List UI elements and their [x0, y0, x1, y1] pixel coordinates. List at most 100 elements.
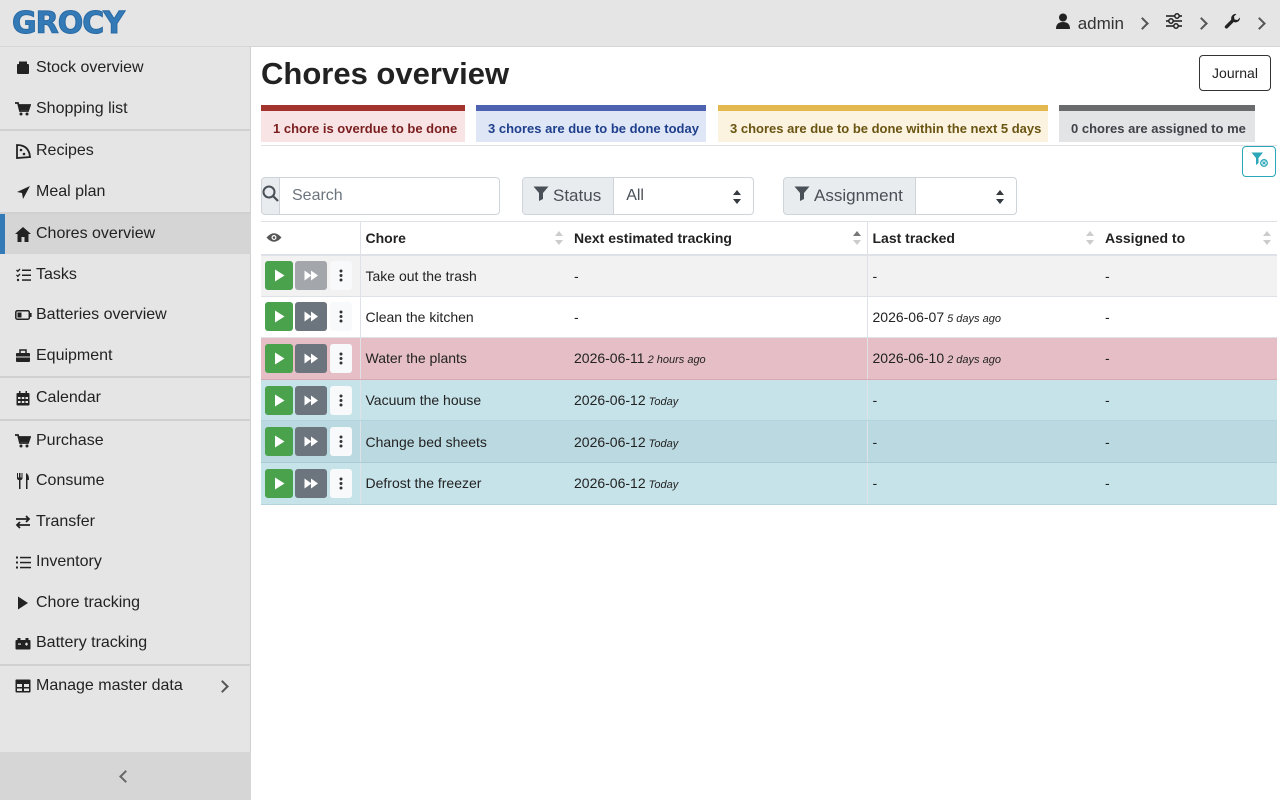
sidebar-item-inventory[interactable]: Inventory [0, 542, 251, 582]
sidebar-item-calendar[interactable]: Calendar [0, 378, 251, 418]
track-chore-button[interactable] [265, 385, 293, 415]
track-chore-button[interactable] [265, 261, 293, 291]
next-tracking-cell: 2026-06-11 2 hours ago [569, 337, 867, 380]
sidebar: Stock overview Shopping list Recipes Mea… [0, 47, 251, 800]
skip-chore-button[interactable] [295, 302, 327, 332]
status-due-today-filter[interactable]: 3 chores are due to be done today [476, 105, 706, 142]
assigned-to-cell: - [1100, 462, 1277, 505]
play-icon [274, 394, 284, 407]
chore-name-cell[interactable]: Vacuum the house [359, 379, 569, 422]
sidebar-item-shopping-list[interactable]: Shopping list [0, 89, 251, 129]
status-assigned-filter[interactable]: 0 chores are assigned to me [1059, 105, 1255, 142]
column-header-label: Assigned to [1105, 229, 1186, 246]
skip-chore-button[interactable] [295, 468, 327, 498]
chevron-right-icon [1195, 17, 1208, 30]
chore-name-cell[interactable]: Clean the kitchen [359, 296, 569, 339]
track-chore-button[interactable] [265, 302, 293, 332]
skip-chore-button[interactable] [295, 343, 327, 373]
more-options-button[interactable] [330, 468, 352, 498]
chore-name-cell[interactable]: Change bed sheets [359, 420, 569, 463]
fast-forward-icon [304, 353, 318, 364]
sidebar-item-stock-overview[interactable]: Stock overview [0, 48, 251, 88]
more-options-button[interactable] [330, 343, 352, 373]
status-overdue-filter[interactable]: 1 chore is overdue to be done [261, 105, 465, 142]
last-tracked-cell: 2026-06-10 2 days ago [866, 337, 1100, 380]
chore-name-cell[interactable]: Water the plants [359, 337, 569, 380]
relative-time: Today [648, 396, 679, 409]
column-header-next-tracking[interactable]: Next estimated tracking [569, 221, 867, 256]
sidebar-collapse-button[interactable] [0, 752, 251, 800]
column-header-chore[interactable]: Chore [359, 221, 569, 256]
settings-menu[interactable] [1165, 13, 1210, 34]
skip-chore-button[interactable] [295, 385, 327, 415]
column-visibility-header[interactable] [261, 221, 360, 256]
sidebar-item-chores-overview[interactable]: Chores overview [0, 214, 251, 254]
sidebar-item-battery-tracking[interactable]: Battery tracking [0, 623, 251, 663]
assignment-filter-label: Assignment [783, 177, 916, 215]
clear-filter-button[interactable] [1242, 146, 1276, 177]
sort-icon [555, 231, 563, 245]
sidebar-item-recipes[interactable]: Recipes [0, 131, 251, 171]
chore-name-cell[interactable]: Take out the trash [359, 254, 569, 297]
sidebar-item-label: Shopping list [36, 100, 128, 117]
tools-menu[interactable] [1224, 13, 1268, 35]
next-tracking-date: 2026-06-12 [574, 475, 646, 492]
relative-time: 2 hours ago [647, 354, 706, 367]
sort-ascending-icon [852, 231, 861, 245]
row-actions [261, 337, 360, 380]
paper-plane-icon [14, 183, 32, 201]
more-options-button[interactable] [330, 261, 352, 291]
sidebar-item-label: Purchase [36, 432, 104, 449]
grocy-logo[interactable]: GROCY [12, 6, 126, 42]
sidebar-item-label: Batteries overview [36, 306, 167, 323]
status-filter-select[interactable]: All [614, 177, 755, 215]
column-header-assigned-to[interactable]: Assigned to [1100, 221, 1277, 256]
play-icon [274, 352, 284, 365]
track-chore-button[interactable] [265, 427, 293, 457]
table-header-row: Chore Next estimated tracking Last track… [261, 221, 1277, 256]
sidebar-item-transfer[interactable]: Transfer [0, 502, 251, 542]
user-menu[interactable]: admin [1055, 13, 1151, 34]
sidebar-item-chore-tracking[interactable]: Chore tracking [0, 583, 251, 623]
next-tracking-date: 2026-06-11 [574, 350, 645, 367]
row-actions [261, 254, 360, 297]
skip-chore-button[interactable] [295, 261, 327, 291]
column-header-last-tracked[interactable]: Last tracked [866, 221, 1100, 256]
status-label-text: Status [553, 186, 602, 205]
sidebar-item-label: Equipment [36, 347, 113, 364]
relative-time: 5 days ago [947, 312, 1001, 325]
page-title: Chores overview [261, 56, 510, 91]
play-icon [274, 310, 284, 323]
assignment-filter-select[interactable] [915, 177, 1017, 215]
more-options-button[interactable] [330, 385, 352, 415]
search-input[interactable] [280, 177, 500, 215]
status-due-soon-filter[interactable]: 3 chores are due to be done within the n… [718, 105, 1048, 142]
skip-chore-button[interactable] [295, 427, 327, 457]
sidebar-item-meal-plan[interactable]: Meal plan [0, 172, 251, 212]
sidebar-item-batteries-overview[interactable]: Batteries overview [0, 295, 251, 335]
more-options-button[interactable] [330, 302, 352, 332]
sort-icon [1263, 231, 1271, 245]
sort-icon [1086, 231, 1094, 245]
sidebar-item-consume[interactable]: Consume [0, 461, 251, 501]
track-chore-button[interactable] [265, 343, 293, 373]
column-header-label: Next estimated tracking [574, 229, 732, 246]
last-tracked-cell: - [866, 420, 1100, 463]
user-name: admin [1077, 13, 1124, 33]
journal-button[interactable]: Journal [1199, 55, 1271, 91]
chore-name: Water the plants [365, 350, 467, 367]
sidebar-item-purchase[interactable]: Purchase [0, 421, 251, 461]
more-options-button[interactable] [330, 427, 352, 457]
row-actions [261, 462, 360, 505]
box-icon [14, 59, 32, 77]
chore-name-cell[interactable]: Defrost the freezer [359, 462, 569, 505]
sidebar-item-manage-master-data[interactable]: Manage master data [0, 666, 251, 706]
top-right-menu: admin [1055, 0, 1268, 47]
search-icon [262, 185, 279, 207]
eye-icon[interactable] [266, 230, 282, 246]
track-chore-button[interactable] [265, 468, 293, 498]
chores-table: Chore Next estimated tracking Last track… [261, 221, 1277, 505]
sidebar-item-tasks[interactable]: Tasks [0, 255, 251, 295]
sidebar-item-equipment[interactable]: Equipment [0, 336, 251, 376]
sidebar-item-label: Recipes [36, 142, 94, 159]
